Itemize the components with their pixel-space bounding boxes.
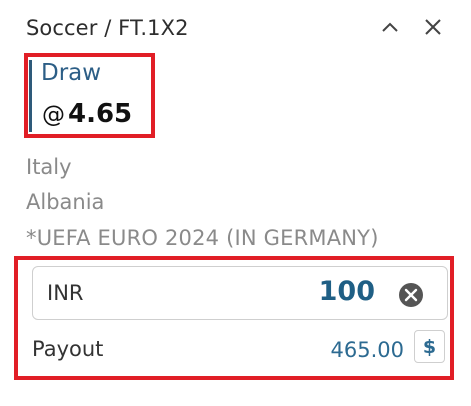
odds-at-symbol: @: [42, 102, 65, 128]
payout-label: Payout: [32, 337, 104, 361]
collapse-button[interactable]: [377, 14, 403, 40]
odds-line: @ 4.65: [42, 99, 132, 129]
currency-toggle-button[interactable]: $: [414, 330, 445, 363]
stake-input[interactable]: [32, 266, 448, 320]
odds-value: 4.65: [68, 99, 133, 129]
clear-circle-icon: [399, 283, 423, 307]
stake-currency-label: INR: [47, 281, 84, 305]
team1-name: Italy: [26, 155, 72, 179]
competition-name: *UEFA EURO 2024 (IN GERMANY): [26, 226, 379, 250]
chevron-up-icon: [382, 22, 398, 32]
stake-value[interactable]: 100: [319, 276, 375, 307]
close-icon: [425, 19, 441, 35]
selection-name: Draw: [41, 60, 102, 86]
clear-stake-button[interactable]: [397, 281, 425, 309]
close-button[interactable]: [420, 14, 446, 40]
selection-accent-bar: [29, 60, 32, 132]
team2-name: Albania: [26, 190, 105, 214]
payout-value: 465.00: [330, 338, 404, 362]
bet-slip-header-title: Soccer / FT.1X2: [26, 16, 189, 40]
